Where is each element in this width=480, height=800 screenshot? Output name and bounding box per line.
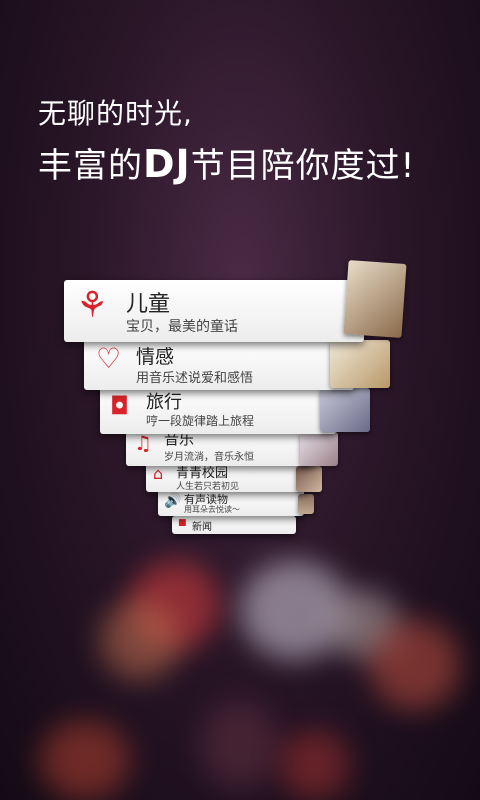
category-card-travel[interactable]: ◘ 旅行 哼一段旋律踏上旅程 [100, 386, 336, 434]
headline-line-2: 丰富的DJ节目陪你度过! [38, 138, 415, 187]
bokeh-light [40, 720, 130, 800]
thumbnail [343, 260, 407, 338]
headline-suffix: 节目陪你度过! [190, 146, 416, 186]
category-subtitle: 人生若只若初见 [176, 482, 240, 492]
camera-icon: ◘ [110, 392, 129, 420]
thumbnail [296, 466, 322, 492]
category-title: 儿童 [126, 292, 171, 317]
category-card-news[interactable]: ■ 新闻 [172, 516, 296, 534]
heart-icon: ♡ [96, 342, 122, 375]
category-subtitle: 用音乐述说爱和感悟 [136, 371, 254, 386]
category-title: 情感 [136, 346, 175, 368]
thumbnail [298, 494, 314, 514]
school-icon: ⌂ [153, 464, 164, 483]
thumbnail [330, 340, 390, 388]
category-subtitle: 哼一段旋律踏上旅程 [146, 414, 255, 428]
bokeh-light [370, 620, 460, 710]
category-title: 新闻 [192, 522, 212, 533]
category-subtitle: 岁月流淌，音乐永恒 [164, 452, 254, 463]
stroller-icon: ⚘ [76, 285, 109, 326]
headline-prefix: 丰富的 [38, 146, 143, 186]
category-subtitle: 用耳朵去悦读～ [184, 505, 240, 514]
news-icon: ■ [178, 518, 187, 528]
thumbnail [300, 432, 338, 466]
music-note-icon: ♫ [134, 431, 152, 455]
category-subtitle: 宝贝，最美的童话 [126, 319, 238, 335]
bokeh-light [280, 730, 350, 800]
category-title: 旅行 [146, 392, 182, 413]
category-card-emotion[interactable]: ♡ 情感 用音乐述说爱和感悟 [84, 340, 354, 390]
category-card-audiobooks[interactable]: 🔊 有声读物 用耳朵去悦读～ [158, 490, 304, 516]
bokeh-light [100, 600, 180, 680]
bokeh-light [200, 700, 280, 790]
speaker-icon: 🔊 [164, 493, 182, 509]
thumbnail [320, 388, 370, 432]
headline-line-1: 无聊的时光, [38, 97, 193, 130]
headline-dj: DJ [143, 142, 191, 186]
category-card-children[interactable]: ⚘ 儿童 宝贝，最美的童话 [64, 280, 364, 342]
